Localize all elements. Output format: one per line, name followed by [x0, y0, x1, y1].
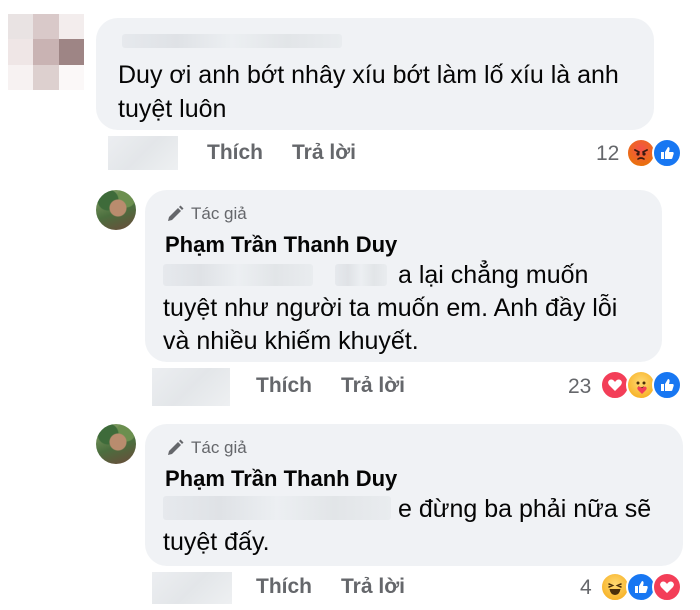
redacted-timestamp [108, 136, 178, 170]
author-badge-label: Tác giả [191, 438, 247, 457]
redacted-timestamp [152, 368, 230, 406]
redacted-mention [163, 264, 313, 286]
comment-text-line: a lại chẳng muốn [398, 261, 589, 289]
redacted-mention [163, 496, 391, 520]
comment-text-line: tuyệt như người ta muốn em. Anh đầy lỗi [163, 294, 618, 322]
reactions-summary[interactable] [600, 370, 684, 400]
author-avatar[interactable] [96, 424, 136, 464]
comment-text-line: e đừng ba phải nữa sẽ [398, 495, 652, 523]
redacted-username [122, 34, 342, 48]
comment-bubble: Tác giả Phạm Trần Thanh Duy e đừng ba ph… [145, 424, 683, 566]
like-icon [652, 138, 682, 168]
author-badge-label: Tác giả [191, 204, 247, 223]
author-badge: Tác giả [165, 204, 247, 224]
reaction-count[interactable]: 12 [596, 142, 619, 166]
reply-button[interactable]: Trả lời [341, 374, 405, 398]
comment-text-line: Duy ơi anh bớt nhây xíu bớt làm lố xíu l… [118, 61, 619, 89]
comment-bubble: Tác giả Phạm Trần Thanh Duy a lại chẳng … [145, 190, 662, 362]
comment-text-line: tuyệt đấy. [163, 528, 270, 556]
blurred-avatar[interactable] [8, 14, 84, 90]
pencil-icon [168, 205, 184, 221]
comment-text-line: và nhiều khiếm khuyết. [163, 327, 419, 355]
like-button[interactable]: Thích [207, 141, 263, 165]
reactions-summary[interactable] [626, 138, 686, 168]
author-avatar[interactable] [96, 190, 136, 230]
like-button[interactable]: Thích [256, 575, 312, 599]
reactions-summary[interactable] [600, 572, 690, 602]
comment-text-line: tuyệt luôn [118, 95, 227, 123]
pencil-icon [168, 439, 184, 455]
reaction-count[interactable]: 23 [568, 375, 591, 399]
author-name[interactable]: Phạm Trần Thanh Duy [165, 466, 397, 492]
author-badge: Tác giả [165, 438, 247, 458]
redacted-mention [335, 264, 387, 286]
love-icon [652, 572, 682, 602]
like-button[interactable]: Thích [256, 374, 312, 398]
reply-button[interactable]: Trả lời [341, 575, 405, 599]
reply-button[interactable]: Trả lời [292, 141, 356, 165]
comment-bubble: Duy ơi anh bớt nhây xíu bớt làm lố xíu l… [96, 18, 654, 130]
reaction-count[interactable]: 4 [580, 576, 592, 600]
redacted-timestamp [152, 572, 232, 604]
author-name[interactable]: Phạm Trần Thanh Duy [165, 232, 397, 258]
like-icon [652, 370, 682, 400]
